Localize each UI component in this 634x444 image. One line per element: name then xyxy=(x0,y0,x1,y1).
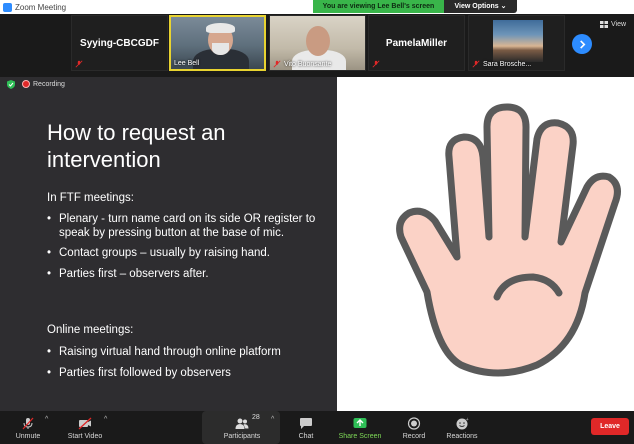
mic-muted-icon xyxy=(273,60,281,68)
mic-muted-icon xyxy=(75,60,83,68)
leave-button[interactable]: Leave xyxy=(591,418,629,435)
participants-label: Participants xyxy=(223,433,261,440)
chevron-up-icon[interactable]: ^ xyxy=(45,416,48,423)
meeting-toolbar: Unmute ^ Start Video ^ Participants 28 ^… xyxy=(0,411,634,444)
reactions-icon: + xyxy=(456,417,469,430)
reactions-label: Reactions xyxy=(446,433,478,440)
reactions-button[interactable]: + Reactions xyxy=(446,411,478,444)
participant-name: Sara Brosche... xyxy=(483,61,532,68)
bullet-list-online: Raising virtual hand through online plat… xyxy=(47,346,332,387)
bullet-item: Parties first followed by observers xyxy=(47,367,332,381)
filmstrip-next-button[interactable] xyxy=(572,34,592,54)
slide-text-panel: How to request an intervention In FTF me… xyxy=(0,77,337,411)
record-button[interactable]: Record xyxy=(399,411,429,444)
bullet-list-ftf: Plenary - turn name card on its side OR … xyxy=(47,213,332,288)
bullet-item: Raising virtual hand through online plat… xyxy=(47,346,332,360)
participant-tile-active-speaker[interactable]: Lee Bell xyxy=(169,15,266,71)
chat-icon xyxy=(300,418,312,429)
participant-tile[interactable]: Vito Buonsante xyxy=(269,15,366,71)
participant-video xyxy=(493,20,543,62)
viewing-message: You are viewing Lee Bell's screen xyxy=(313,0,444,13)
recording-dot-icon xyxy=(22,80,30,88)
participant-tile[interactable]: PamelaMiller xyxy=(368,15,465,71)
shared-screen: How to request an intervention In FTF me… xyxy=(0,77,634,411)
view-options-button[interactable]: View Options ⌄ xyxy=(444,0,517,13)
share-screen-icon xyxy=(353,418,367,428)
chat-button[interactable]: Chat xyxy=(293,411,319,444)
mic-muted-icon xyxy=(472,60,480,68)
chat-label: Chat xyxy=(298,433,314,440)
slide-image-panel xyxy=(337,77,634,411)
unmute-label: Unmute xyxy=(15,433,41,440)
start-video-button[interactable]: Start Video xyxy=(64,411,106,444)
chevron-up-icon[interactable]: ^ xyxy=(271,416,274,423)
recording-indicator: Recording xyxy=(0,77,634,91)
participants-count: 28 xyxy=(252,414,260,421)
participant-name: Lee Bell xyxy=(174,60,200,67)
participant-name: Syying-CBCGDF xyxy=(80,38,159,49)
start-video-label: Start Video xyxy=(67,433,103,440)
participant-name: Vito Buonsante xyxy=(284,61,332,68)
share-screen-button[interactable]: Share Screen xyxy=(337,411,383,444)
svg-text:+: + xyxy=(466,417,469,422)
bullet-item: Contact groups – usually by raising hand… xyxy=(47,247,332,261)
recording-label: Recording xyxy=(33,80,65,88)
slide-title: How to request an intervention xyxy=(47,120,226,172)
participants-icon xyxy=(235,418,249,429)
raised-hand-icon xyxy=(396,103,621,377)
view-button[interactable]: View xyxy=(600,21,626,28)
section-heading: In FTF meetings: xyxy=(47,192,134,204)
section-heading: Online meetings: xyxy=(47,324,134,336)
participant-tile[interactable]: Sara Brosche... xyxy=(468,15,565,71)
bullet-item: Parties first – observers after. xyxy=(47,268,332,282)
chevron-right-icon xyxy=(579,39,585,49)
participant-tile[interactable]: Syying-CBCGDF xyxy=(71,15,168,71)
window-title: Zoom Meeting xyxy=(15,2,67,12)
unmute-button[interactable]: Unmute xyxy=(13,411,43,444)
bullet-item: Plenary - turn name card on its side OR … xyxy=(47,213,332,240)
mic-muted-icon xyxy=(22,417,34,430)
video-off-icon xyxy=(78,417,92,430)
share-screen-label: Share Screen xyxy=(338,433,382,440)
record-label: Record xyxy=(402,433,426,440)
chevron-up-icon[interactable]: ^ xyxy=(104,416,107,423)
zoom-window: Zoom Meeting You are viewing Lee Bell's … xyxy=(0,0,634,444)
shield-icon xyxy=(7,79,15,89)
participant-name: PamelaMiller xyxy=(385,38,448,49)
view-label: View xyxy=(611,21,627,28)
zoom-logo-icon xyxy=(3,2,12,12)
participant-filmstrip: Syying-CBCGDF Lee Bell Vito Buonsante Pa… xyxy=(0,14,634,73)
mic-muted-icon xyxy=(372,60,380,68)
viewing-banner: You are viewing Lee Bell's screen View O… xyxy=(313,0,517,13)
record-icon xyxy=(407,417,421,430)
grid-icon xyxy=(600,21,608,28)
